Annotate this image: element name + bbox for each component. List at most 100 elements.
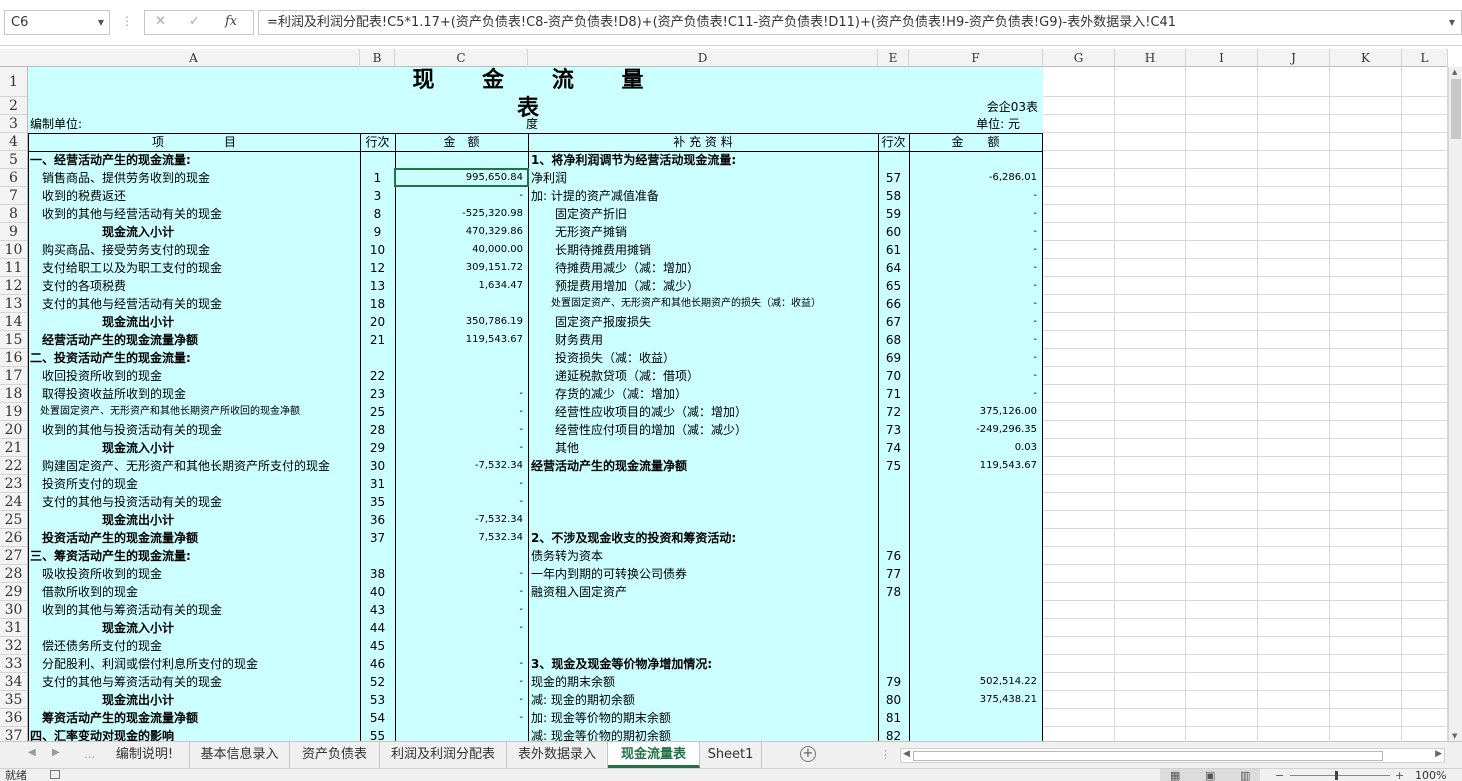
row-header-33[interactable]: 33 — [0, 655, 27, 673]
row-header-14[interactable]: 14 — [0, 313, 27, 331]
tab-利润及利润分配表[interactable]: 利润及利润分配表 — [380, 742, 507, 768]
row-header-15[interactable]: 15 — [0, 331, 27, 349]
row-header-10[interactable]: 10 — [0, 241, 27, 259]
zoom-level[interactable]: 100% — [1415, 769, 1446, 781]
grid-hline — [1043, 402, 1448, 403]
row-header-11[interactable]: 11 — [0, 259, 27, 277]
row-header-24[interactable]: 24 — [0, 493, 27, 511]
page-layout-icon[interactable]: ▣ — [1205, 769, 1215, 781]
line-number: 12 — [369, 261, 386, 275]
column-header-L[interactable]: L — [1402, 49, 1448, 67]
row-header-34[interactable]: 34 — [0, 673, 27, 691]
horizontal-scrollbar[interactable]: ◀ ▶ — [900, 748, 1445, 763]
expand-formula-icon[interactable]: ▼ — [1449, 11, 1455, 34]
column-header-H[interactable]: H — [1115, 49, 1186, 67]
tab-scroll-left-icon[interactable]: ◀ — [28, 747, 36, 758]
tab-基本信息录入[interactable]: 基本信息录入 — [190, 742, 290, 768]
macro-record-icon[interactable] — [50, 770, 60, 779]
row-header-4[interactable]: 4 — [0, 133, 27, 151]
supplementary-label: 现金的期末余额 — [531, 675, 616, 689]
normal-view-icon[interactable]: ▦ — [1170, 769, 1180, 781]
zoom-slider-thumb[interactable] — [1335, 771, 1338, 780]
scroll-up-icon[interactable]: ▲ — [1452, 68, 1457, 76]
row-header-6[interactable]: 6 — [0, 169, 27, 187]
scroll-right-icon[interactable]: ▶ — [1435, 749, 1442, 759]
item-label: 支付的其他与经营活动有关的现金 — [30, 297, 223, 311]
column-header-D[interactable]: D — [528, 49, 878, 67]
row-header-26[interactable]: 26 — [0, 529, 27, 547]
add-sheet-icon[interactable]: + — [800, 746, 816, 762]
row-header-37[interactable]: 37 — [0, 727, 27, 741]
row-header-3[interactable]: 3 — [0, 115, 27, 133]
zoom-out-icon[interactable]: − — [1275, 769, 1284, 781]
column-header-J[interactable]: J — [1258, 49, 1330, 67]
row-header-22[interactable]: 22 — [0, 457, 27, 475]
row-header-7[interactable]: 7 — [0, 187, 27, 205]
column-header-I[interactable]: I — [1186, 49, 1258, 67]
vertical-scroll-thumb[interactable] — [1451, 79, 1461, 139]
tab-编制说明![interactable]: 编制说明! — [100, 742, 190, 768]
column-header-G[interactable]: G — [1043, 49, 1115, 67]
row-header-1[interactable]: 1 — [0, 67, 27, 97]
split-handle-icon[interactable]: ⋮ — [880, 748, 891, 761]
line-number-2: 66 — [885, 297, 902, 311]
row-header-19[interactable]: 19 — [0, 403, 27, 421]
function-icon[interactable]: fx — [225, 14, 237, 29]
zoom-slider[interactable] — [1290, 775, 1390, 776]
column-header-E[interactable]: E — [878, 49, 909, 67]
column-header-F[interactable]: F — [909, 49, 1043, 67]
row-header-27[interactable]: 27 — [0, 547, 27, 565]
cancel-icon[interactable]: ✕ — [155, 14, 166, 29]
row-header-30[interactable]: 30 — [0, 601, 27, 619]
row-header-16[interactable]: 16 — [0, 349, 27, 367]
scroll-down-icon[interactable]: ▼ — [1452, 732, 1457, 740]
zoom-in-icon[interactable]: + — [1395, 769, 1404, 781]
vertical-scrollbar[interactable]: ▲ ▼ — [1448, 67, 1462, 741]
row-header-2[interactable]: 2 — [0, 97, 27, 115]
column-header-A[interactable]: A — [28, 49, 360, 67]
tab-overflow-icon[interactable]: … — [84, 748, 95, 761]
enter-icon[interactable]: ✓ — [189, 14, 200, 29]
row-header-28[interactable]: 28 — [0, 565, 27, 583]
row-header-8[interactable]: 8 — [0, 205, 27, 223]
column-header-C[interactable]: C — [395, 49, 528, 67]
column-header-K[interactable]: K — [1330, 49, 1402, 67]
row-header-31[interactable]: 31 — [0, 619, 27, 637]
worksheet-grid[interactable]: 现 金 流 量 表 会企03表 编制单位: 度 单位: 元项 目 行次 金 额 补 充 资 … — [28, 67, 1448, 741]
table-vline — [28, 133, 29, 741]
row-header-20[interactable]: 20 — [0, 421, 27, 439]
row-header-35[interactable]: 35 — [0, 691, 27, 709]
line-number: 45 — [369, 639, 386, 653]
supplementary-label: 投资损失（减：收益） — [531, 351, 676, 365]
chevron-down-icon[interactable]: ▼ — [98, 11, 104, 34]
tab-Sheet1[interactable]: Sheet1 — [700, 742, 762, 768]
row-header-17[interactable]: 17 — [0, 367, 27, 385]
selected-cell-c6[interactable] — [394, 168, 529, 187]
supplementary-label: 加: 现金等价物的期末余额 — [531, 711, 671, 725]
line-number: 30 — [369, 459, 386, 473]
row-header-12[interactable]: 12 — [0, 277, 27, 295]
line-number: 21 — [369, 333, 386, 347]
name-box[interactable]: C6 ▼ — [4, 10, 110, 35]
row-header-21[interactable]: 21 — [0, 439, 27, 457]
page-break-icon[interactable]: ▥ — [1240, 769, 1250, 781]
row-header-36[interactable]: 36 — [0, 709, 27, 727]
grid-hline — [1043, 708, 1448, 709]
row-header-18[interactable]: 18 — [0, 385, 27, 403]
row-header-29[interactable]: 29 — [0, 583, 27, 601]
horizontal-scroll-thumb[interactable] — [913, 751, 1383, 761]
row-header-5[interactable]: 5 — [0, 151, 27, 169]
row-header-9[interactable]: 9 — [0, 223, 27, 241]
scroll-left-icon[interactable]: ◀ — [903, 749, 910, 759]
column-header-B[interactable]: B — [360, 49, 395, 67]
supplementary-label: 经营性应收项目的减少（减：增加） — [531, 405, 748, 419]
formula-input[interactable]: =利润及利润分配表!C5*1.17+(资产负债表!C8-资产负债表!D8)+(资… — [258, 10, 1462, 35]
tab-资产负债表[interactable]: 资产负债表 — [290, 742, 380, 768]
row-header-23[interactable]: 23 — [0, 475, 27, 493]
tab-scroll-right-icon[interactable]: ▶ — [52, 747, 60, 758]
row-header-25[interactable]: 25 — [0, 511, 27, 529]
tab-现金流量表[interactable]: 现金流量表 — [608, 742, 700, 768]
row-header-13[interactable]: 13 — [0, 295, 27, 313]
tab-表外数据录入[interactable]: 表外数据录入 — [507, 742, 608, 768]
row-header-32[interactable]: 32 — [0, 637, 27, 655]
